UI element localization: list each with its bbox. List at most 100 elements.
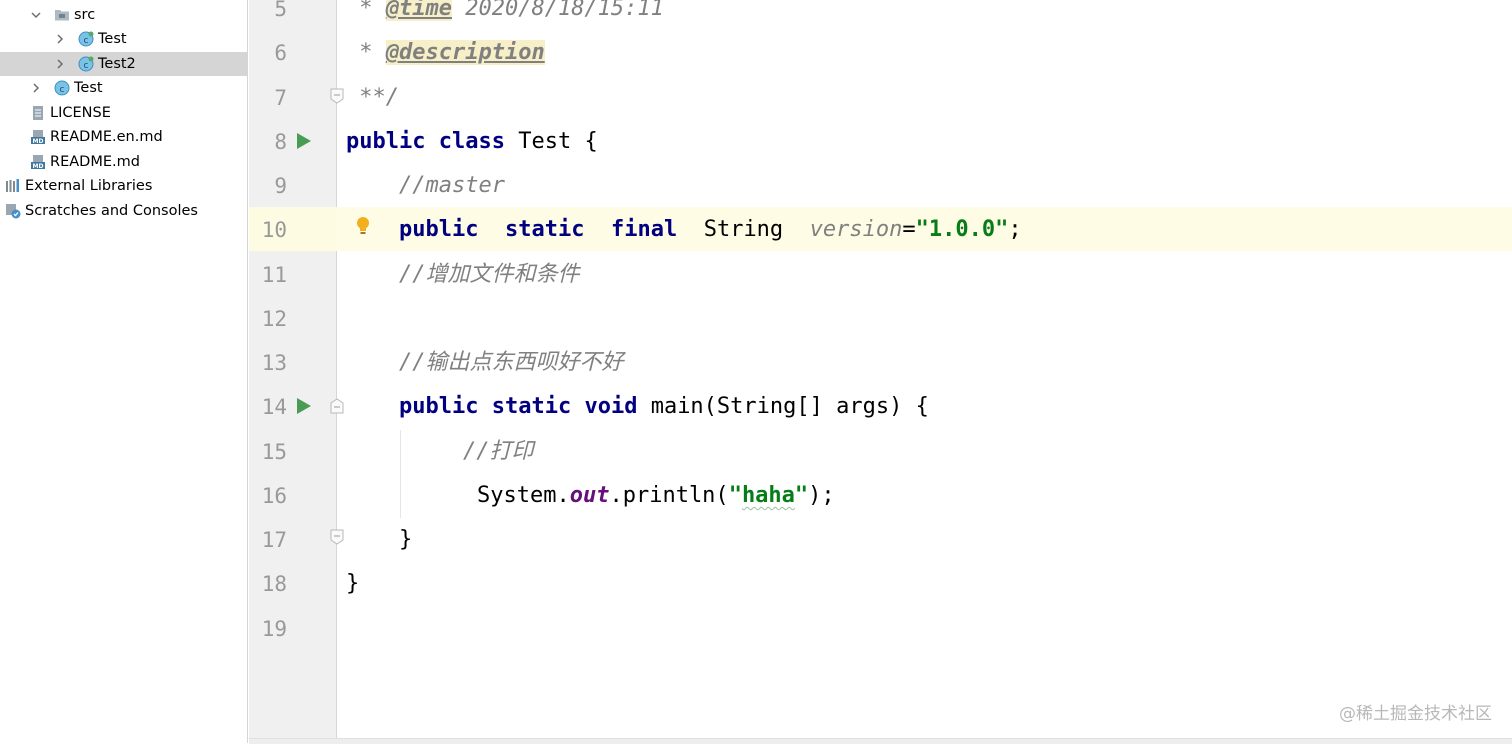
fold-icon[interactable] — [330, 529, 344, 545]
svg-text:c: c — [84, 36, 89, 46]
chevron-right-icon[interactable] — [30, 82, 42, 94]
scratches-icon — [5, 203, 21, 219]
svg-text:MD: MD — [33, 163, 44, 170]
tree-item-label: Test2 — [98, 55, 136, 72]
line-number: 12 — [261, 306, 287, 331]
fold-icon[interactable] — [330, 398, 344, 414]
markdown-file-icon: MD — [30, 154, 46, 170]
code-line-18[interactable]: } — [346, 562, 359, 606]
code-text: } — [346, 571, 360, 597]
line-number: 6 — [274, 41, 287, 66]
tree-item-readme[interactable]: MD README.md — [0, 150, 247, 175]
project-tree: src c Test c Test2 c Test LICENSE MD REA… — [0, 0, 248, 743]
keyword: public — [399, 217, 479, 243]
keyword: void — [584, 394, 638, 420]
javadoc-text: * — [346, 0, 386, 21]
tree-item-label: README.md — [50, 153, 140, 170]
code-line-5[interactable]: * @time 2020/8/18/15:11 — [346, 0, 664, 31]
line-number: 15 — [261, 439, 287, 464]
line-number: 17 — [261, 528, 287, 552]
code-line-6[interactable]: * @description — [346, 31, 545, 75]
line-number: 13 — [261, 351, 287, 375]
tree-item-test2-package[interactable]: c Test2 — [0, 51, 247, 76]
code-line-16[interactable]: System.out.println("haha"); — [477, 474, 835, 518]
chevron-down-icon[interactable] — [30, 9, 42, 21]
line-number: 9 — [274, 174, 287, 198]
code-line-10[interactable]: public static final String version="1.0.… — [399, 208, 1022, 252]
libraries-icon — [5, 178, 21, 194]
class-icon: c — [78, 56, 94, 72]
tree-item-label: Test — [98, 31, 127, 48]
code-line-15[interactable]: //打印 — [463, 430, 534, 474]
tree-item-label: Test — [74, 80, 103, 97]
line-number: 10 — [261, 218, 287, 243]
tree-item-src[interactable]: src — [0, 3, 247, 28]
code-line-8[interactable]: public class Test { — [346, 120, 598, 164]
tree-item-test-class[interactable]: c Test — [0, 76, 247, 101]
class-icon: c — [54, 80, 70, 96]
keyword: public — [346, 128, 426, 154]
string-literal: "1.0.0" — [915, 217, 1009, 243]
code-line-17[interactable]: } — [399, 518, 412, 562]
line-number: 14 — [261, 395, 287, 420]
code-line-7[interactable]: **/ — [346, 76, 399, 120]
indent-guide — [400, 430, 401, 518]
svg-text:c: c — [84, 61, 89, 71]
run-icon[interactable] — [296, 397, 312, 415]
tree-item-readme-en[interactable]: MD README.en.md — [0, 125, 247, 150]
keyword: public — [399, 394, 479, 420]
fold-icon[interactable] — [330, 88, 344, 104]
code-text: ); — [808, 482, 835, 508]
code-text: System. — [477, 482, 570, 508]
code-text: = — [902, 217, 916, 243]
tree-item-label: Scratches and Consoles — [25, 202, 198, 219]
tree-item-external-libraries[interactable]: External Libraries — [0, 174, 247, 199]
tree-item-scratches[interactable]: Scratches and Consoles — [0, 199, 247, 224]
svg-text:c: c — [60, 85, 65, 95]
static-field: out — [569, 482, 610, 508]
line-number: 8 — [274, 129, 287, 154]
text-file-icon — [30, 105, 46, 121]
tree-item-test-package[interactable]: c Test — [0, 27, 247, 52]
line-number: 11 — [261, 262, 287, 287]
code-line-13[interactable]: //输出点东西呗好不好 — [399, 341, 624, 385]
type-name: String — [703, 217, 784, 243]
string-quote: " — [794, 482, 809, 508]
code-line-11[interactable]: //增加文件和条件 — [399, 253, 580, 297]
lightbulb-icon[interactable] — [355, 216, 371, 238]
horizontal-scrollbar[interactable] — [249, 738, 1512, 744]
line-number: 18 — [261, 572, 287, 597]
line-comment: //打印 — [463, 438, 534, 464]
javadoc-text: * — [346, 40, 386, 66]
code-text: .println( — [609, 482, 729, 508]
variable-name: version — [809, 217, 903, 243]
string-literal: haha — [741, 482, 795, 508]
line-comment: //输出点东西呗好不好 — [399, 350, 624, 375]
svg-text:MD: MD — [33, 138, 44, 145]
code-line-14[interactable]: public static void main(String[] args) { — [399, 385, 929, 429]
keyword: static — [491, 394, 572, 420]
line-comment: //增加文件和条件 — [399, 261, 580, 287]
chevron-right-icon[interactable] — [54, 33, 66, 45]
tree-item-label: External Libraries — [25, 178, 153, 195]
class-icon: c — [78, 31, 94, 47]
keyword: final — [610, 217, 678, 243]
tree-item-license[interactable]: LICENSE — [0, 101, 247, 126]
javadoc-tag: @description — [385, 40, 545, 66]
tree-item-label: LICENSE — [50, 104, 111, 121]
javadoc-text: **/ — [346, 84, 399, 110]
code-text: Test { — [504, 128, 598, 154]
chevron-right-icon[interactable] — [54, 58, 66, 70]
line-number: 7 — [274, 85, 287, 110]
folder-icon — [54, 7, 70, 23]
code-text: ; — [1008, 217, 1022, 243]
tree-item-label: src — [74, 7, 96, 24]
code-text: } — [399, 527, 413, 552]
keyword: class — [438, 128, 505, 154]
line-comment: //master — [399, 173, 505, 198]
code-line-9[interactable]: //master — [399, 164, 505, 208]
string-quote: " — [728, 482, 742, 508]
keyword: static — [504, 217, 585, 243]
run-icon[interactable] — [296, 132, 312, 150]
line-number: 5 — [274, 0, 287, 21]
